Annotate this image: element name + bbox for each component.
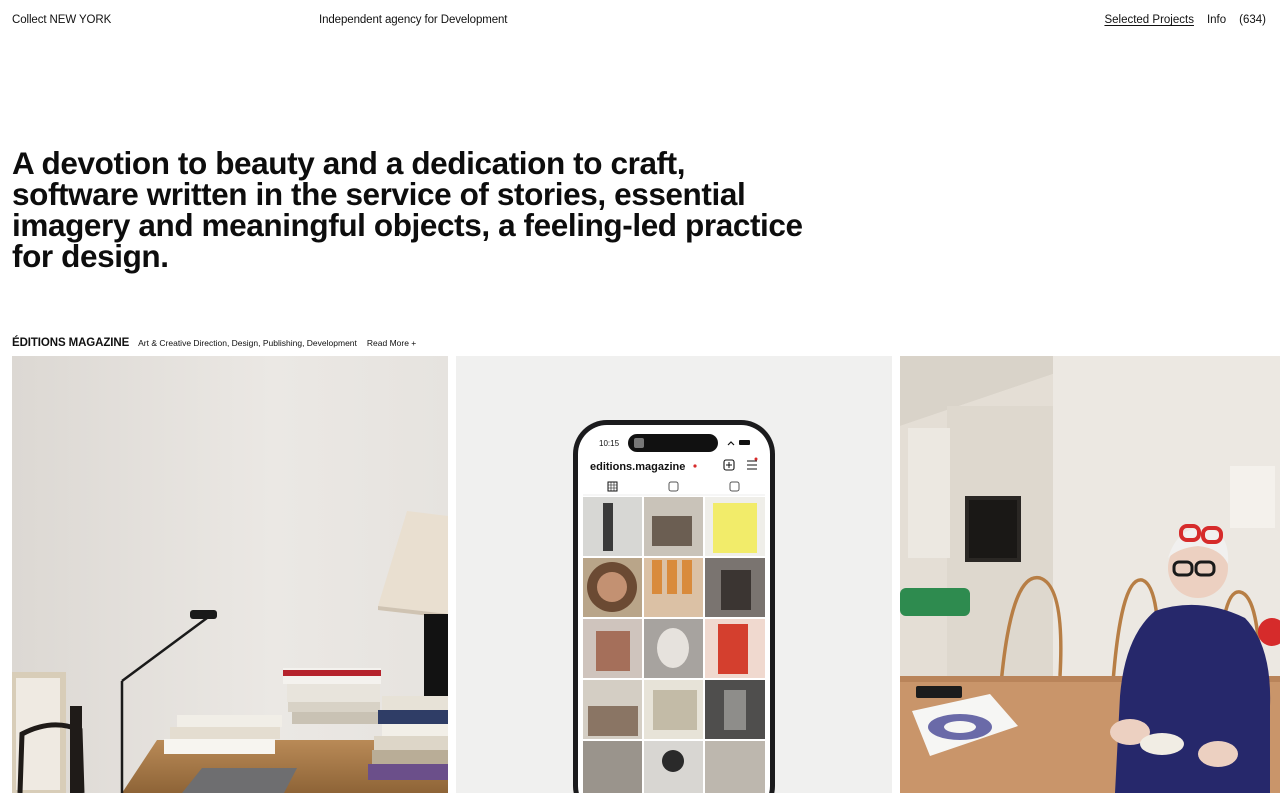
phone-username: editions.magazine <box>590 461 685 473</box>
brand-logo[interactable]: Collect NEW YORK <box>12 14 111 26</box>
phone-mockup-illustration: 10:15 editions.magazine <box>456 356 892 793</box>
nav-info[interactable]: Info <box>1207 14 1226 26</box>
agency-tagline: Independent agency for Development <box>319 14 508 26</box>
nav-selected-projects[interactable]: Selected Projects <box>1104 14 1194 26</box>
gallery-image-desk[interactable] <box>12 356 448 793</box>
project-title[interactable]: ÉDITIONS MAGAZINE <box>12 337 129 349</box>
project-gallery: 10:15 editions.magazine <box>12 356 1280 793</box>
project-header: ÉDITIONS MAGAZINE Art & Creative Directi… <box>12 337 416 349</box>
main-nav: Selected Projects Info (634) <box>1104 14 1266 26</box>
site-header: Collect NEW YORK Independent agency for … <box>0 0 1280 40</box>
gallery-image-phone[interactable]: 10:15 editions.magazine <box>456 356 892 793</box>
hero-statement: A devotion to beauty and a dedication to… <box>12 145 803 274</box>
post-grid <box>583 497 765 793</box>
portrait-scene-illustration <box>900 356 1280 793</box>
read-more-link[interactable]: Read More + <box>367 338 416 348</box>
phone-time: 10:15 <box>599 439 620 448</box>
nav-count[interactable]: (634) <box>1239 14 1266 26</box>
desk-scene-illustration <box>12 356 448 793</box>
gallery-image-portrait[interactable] <box>900 356 1280 793</box>
project-services: Art & Creative Direction, Design, Publis… <box>138 338 357 348</box>
